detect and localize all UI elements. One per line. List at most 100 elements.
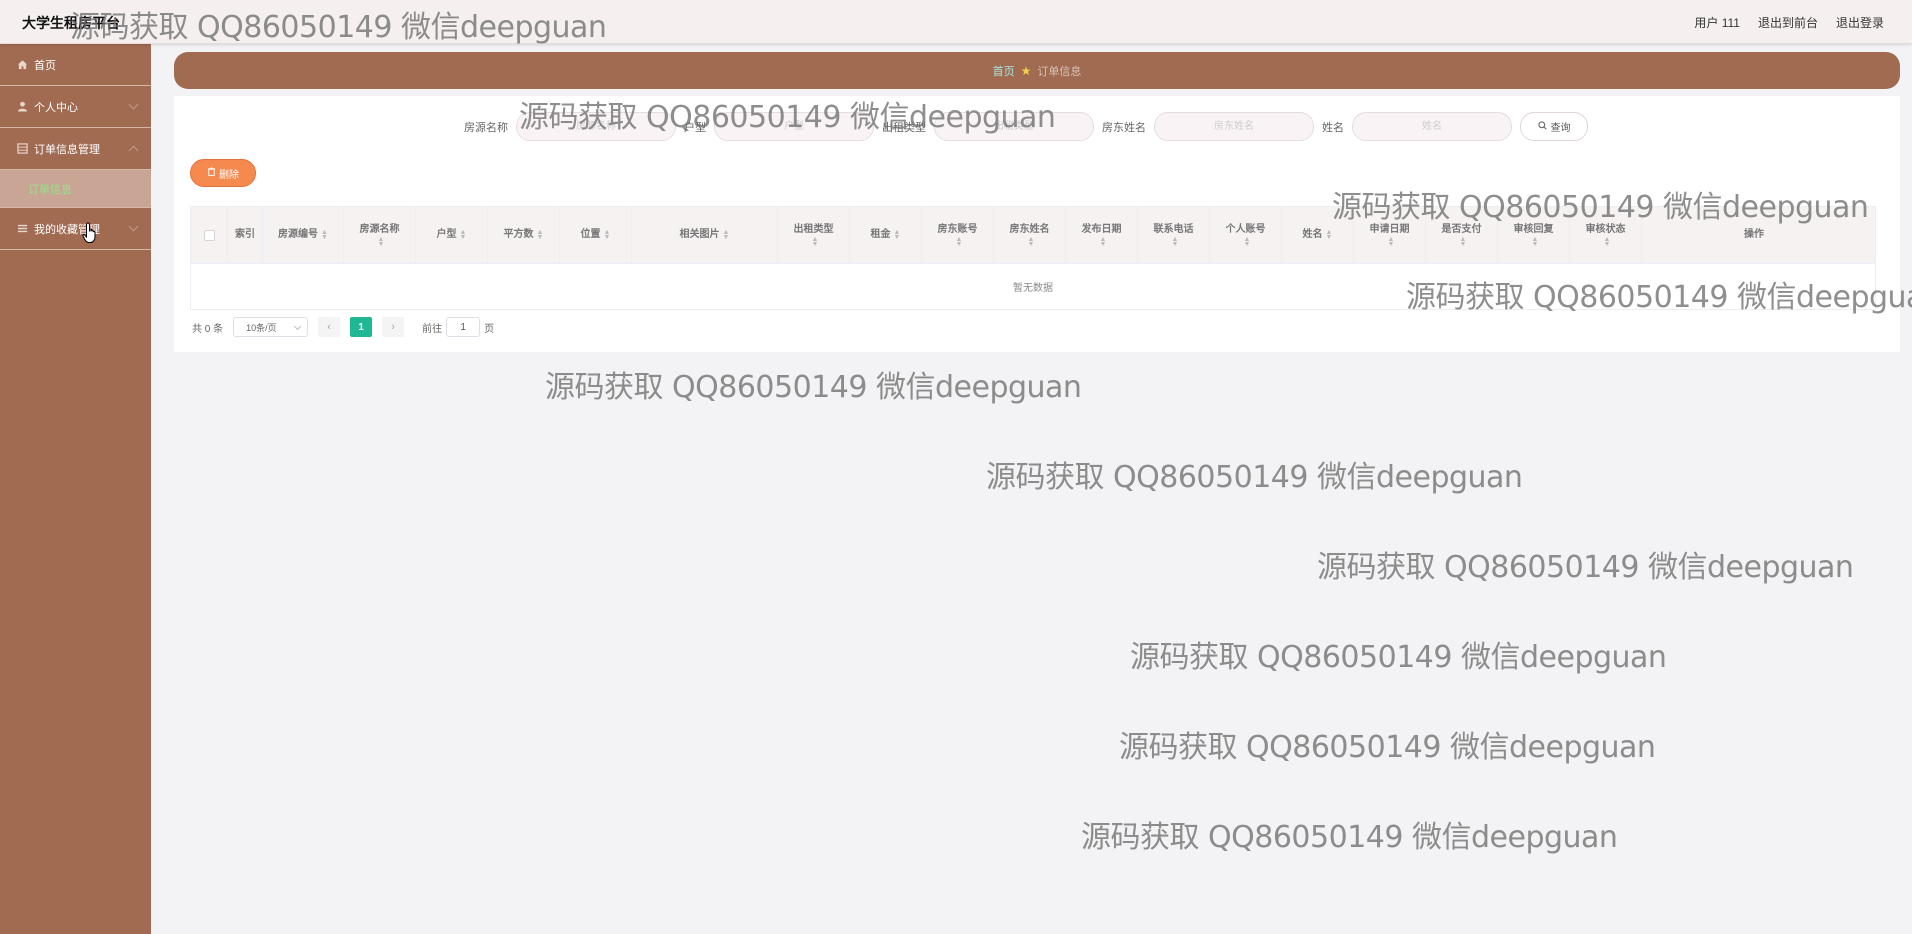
sidebar-item-home[interactable]: 首页 (0, 44, 151, 86)
select-all-cell (191, 207, 228, 263)
sort-icon: ▲ ▼ (1603, 236, 1611, 248)
column-header: 索引 (228, 207, 263, 263)
sidebar-item-label: 首页 (34, 59, 56, 72)
sort-icon: ▲ ▼ (811, 236, 819, 248)
column-label: 房源名称 (359, 224, 400, 235)
column-header[interactable]: 申请日期 ▲ ▼ (1354, 207, 1426, 263)
back-to-front-link[interactable]: 退出到前台 (1758, 14, 1818, 31)
column-label: 平方数 (503, 229, 534, 240)
main-panel: 房源名称 户型 出租类型 房东姓名 姓名 查询 删除 索引 房源编号▲▼ 房源名… (174, 96, 1900, 352)
page-jump: 前往 页 (422, 317, 494, 337)
sidebar-subitem-order-info[interactable]: 订单信息 (0, 170, 151, 208)
search-icon (1537, 120, 1547, 133)
sort-icon: ▲ ▼ (377, 236, 385, 248)
column-label: 姓名 (1302, 229, 1323, 240)
sort-icon: ▲ ▼ (1325, 229, 1333, 241)
goto-prefix: 前往 (422, 323, 443, 335)
column-label: 索引 (235, 229, 255, 240)
sort-icon: ▲ ▼ (536, 229, 544, 241)
search-label-landlord-name: 房东姓名 (1102, 121, 1146, 134)
column-label: 联系电话 (1153, 224, 1194, 235)
column-header[interactable]: 位置 ▲ ▼ (560, 207, 632, 263)
page-number-button[interactable]: 1 (350, 317, 373, 337)
house-name-input[interactable] (516, 112, 676, 141)
sort-icon: ▲ ▼ (722, 229, 730, 241)
search-label-rent-type: 出租类型 (882, 121, 926, 134)
sidebar-item-favorites-management[interactable]: 我的收藏管理 (0, 208, 151, 250)
sidebar-item-order-management[interactable]: 订单信息管理 (0, 128, 151, 170)
app-title: 大学生租房平台 (22, 15, 120, 31)
column-header[interactable]: 出租类型 ▲ ▼ (778, 207, 850, 263)
sort-icon: ▲ ▼ (1531, 236, 1539, 248)
watermark: 源码获取 QQ86050149 微信deepguan (1081, 820, 1618, 855)
query-button-label: 查询 (1550, 123, 1571, 134)
sort-icon: ▲ ▼ (955, 236, 963, 248)
table-icon (16, 143, 28, 155)
column-header[interactable]: 房源名称 ▲ ▼ (344, 207, 416, 263)
column-label: 申请日期 (1369, 224, 1410, 235)
landlord-name-input[interactable] (1154, 112, 1314, 141)
column-header[interactable]: 审核回复 ▲ ▼ (1498, 207, 1570, 263)
column-label: 相关图片 (679, 229, 720, 240)
search-label-name: 姓名 (1322, 121, 1344, 134)
column-label: 个人账号 (1225, 224, 1266, 235)
current-user: 用户 111 (1694, 16, 1740, 30)
watermark: 源码获取 QQ86050149 微信deepguan (986, 460, 1523, 495)
prev-page-button[interactable]: ‹ (318, 317, 341, 337)
search-label-layout: 户型 (684, 121, 706, 134)
column-header[interactable]: 审核状态 ▲ ▼ (1570, 207, 1642, 263)
star-icon: ★ (1020, 63, 1032, 78)
user-icon (16, 101, 28, 113)
select-all-checkbox[interactable] (203, 229, 215, 241)
search-form: 房源名称 户型 出租类型 房东姓名 姓名 查询 (464, 112, 1588, 141)
breadcrumb-home-link[interactable]: 首页 (993, 63, 1015, 79)
column-label: 出租类型 (793, 224, 834, 235)
column-header[interactable]: 发布日期 ▲ ▼ (1066, 207, 1138, 263)
column-header[interactable]: 联系电话 ▲ ▼ (1138, 207, 1210, 263)
column-header[interactable]: 房东姓名 ▲ ▼ (994, 207, 1066, 263)
sort-icon: ▲ ▼ (603, 229, 611, 241)
column-header[interactable]: 是否支付 ▲ ▼ (1426, 207, 1498, 263)
search-label-house-name: 房源名称 (464, 121, 508, 134)
column-header[interactable]: 姓名 ▲ ▼ (1282, 207, 1354, 263)
column-header[interactable]: 户型 ▲ ▼ (416, 207, 488, 263)
goto-page-input[interactable] (446, 317, 481, 337)
sort-icon: ▲ ▼ (1099, 236, 1107, 248)
pagination: 共 0 条 10条/页 ‹ 1 › 前往 页 (192, 317, 494, 337)
sort-icon: ▲ ▼ (1459, 236, 1467, 248)
column-label: 租金 (870, 229, 891, 240)
column-header[interactable]: 房源编号 ▲ ▼ (263, 207, 344, 263)
logout-link[interactable]: 退出登录 (1836, 14, 1884, 31)
name-input[interactable] (1352, 112, 1512, 141)
query-button[interactable]: 查询 (1520, 112, 1588, 141)
sort-icon: ▲ ▼ (1171, 236, 1179, 248)
column-header[interactable]: 平方数 ▲ ▼ (488, 207, 560, 263)
orders-table: 索引 房源编号 ▲ ▼ 房源名称 ▲ ▼ 户型 ▲ ▼ 平方数 ▲ ▼ 位置 ▲ ▼ 相关图片 ▲ ▼ … (190, 206, 1876, 310)
sort-icon: ▲ ▼ (321, 229, 328, 241)
delete-button[interactable]: 删除 (190, 159, 256, 187)
column-header[interactable]: 个人账号 ▲ ▼ (1210, 207, 1282, 263)
sort-icon: ▲ ▼ (1387, 236, 1395, 248)
empty-table-message: 暂无数据 (1013, 283, 1053, 294)
menu-icon (16, 223, 28, 235)
sort-icon: ▲ ▼ (1027, 236, 1035, 248)
total-count: 共 0 条 (192, 323, 224, 335)
layout-input[interactable] (714, 112, 874, 141)
column-header[interactable]: 租金 ▲ ▼ (850, 207, 922, 263)
column-header[interactable]: 房东账号 ▲ ▼ (922, 207, 994, 263)
goto-suffix: 页 (484, 323, 495, 335)
sort-icon: ▲ ▼ (459, 229, 467, 241)
next-page-button[interactable]: › (382, 317, 405, 337)
column-header: 操作 (1642, 207, 1866, 263)
watermark: 源码获取 QQ86050149 微信deepguan (1130, 640, 1667, 675)
column-label: 位置 (580, 229, 601, 240)
sidebar-item-personal-center[interactable]: 个人中心 (0, 86, 151, 128)
watermark: 源码获取 QQ86050149 微信deepguan (545, 370, 1082, 405)
column-header[interactable]: 相关图片 ▲ ▼ (632, 207, 778, 263)
column-label: 房源编号 (278, 229, 319, 240)
column-label: 户型 (436, 229, 457, 240)
chevron-down-icon (128, 99, 139, 110)
page-size-select[interactable]: 10条/页 (233, 317, 309, 337)
rent-type-input[interactable] (934, 112, 1094, 141)
chevron-down-icon (128, 221, 139, 232)
